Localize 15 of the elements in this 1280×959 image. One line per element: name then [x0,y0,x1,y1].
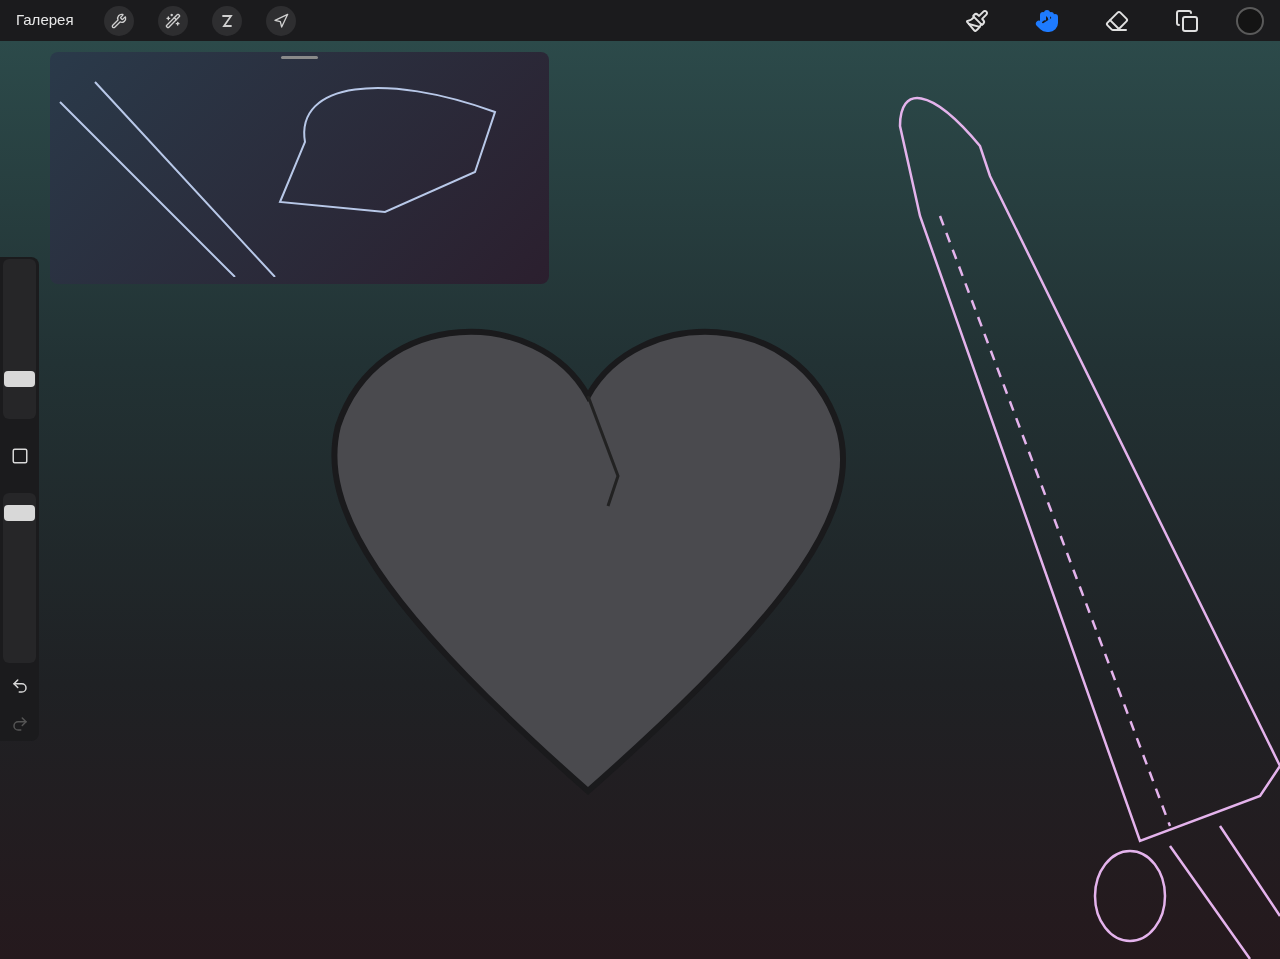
eraser-tool-icon[interactable] [1105,8,1129,33]
gallery-button[interactable]: Галерея [16,9,74,32]
brush-tool-icon[interactable] [965,8,989,33]
color-swatch[interactable] [1236,6,1264,35]
wrench-icon[interactable] [103,5,134,36]
selection-icon[interactable] [211,5,242,36]
layers-tool-icon[interactable] [1175,8,1199,33]
undo-icon[interactable] [10,677,29,695]
magic-wand-icon[interactable] [157,5,188,36]
smudge-tool-icon[interactable] [1035,8,1059,33]
slider-thumb[interactable] [4,371,35,387]
panel-handle[interactable] [281,56,318,59]
brush-size-slider[interactable] [3,259,36,419]
opacity-slider[interactable] [3,493,36,663]
slider-thumb[interactable] [4,505,35,522]
